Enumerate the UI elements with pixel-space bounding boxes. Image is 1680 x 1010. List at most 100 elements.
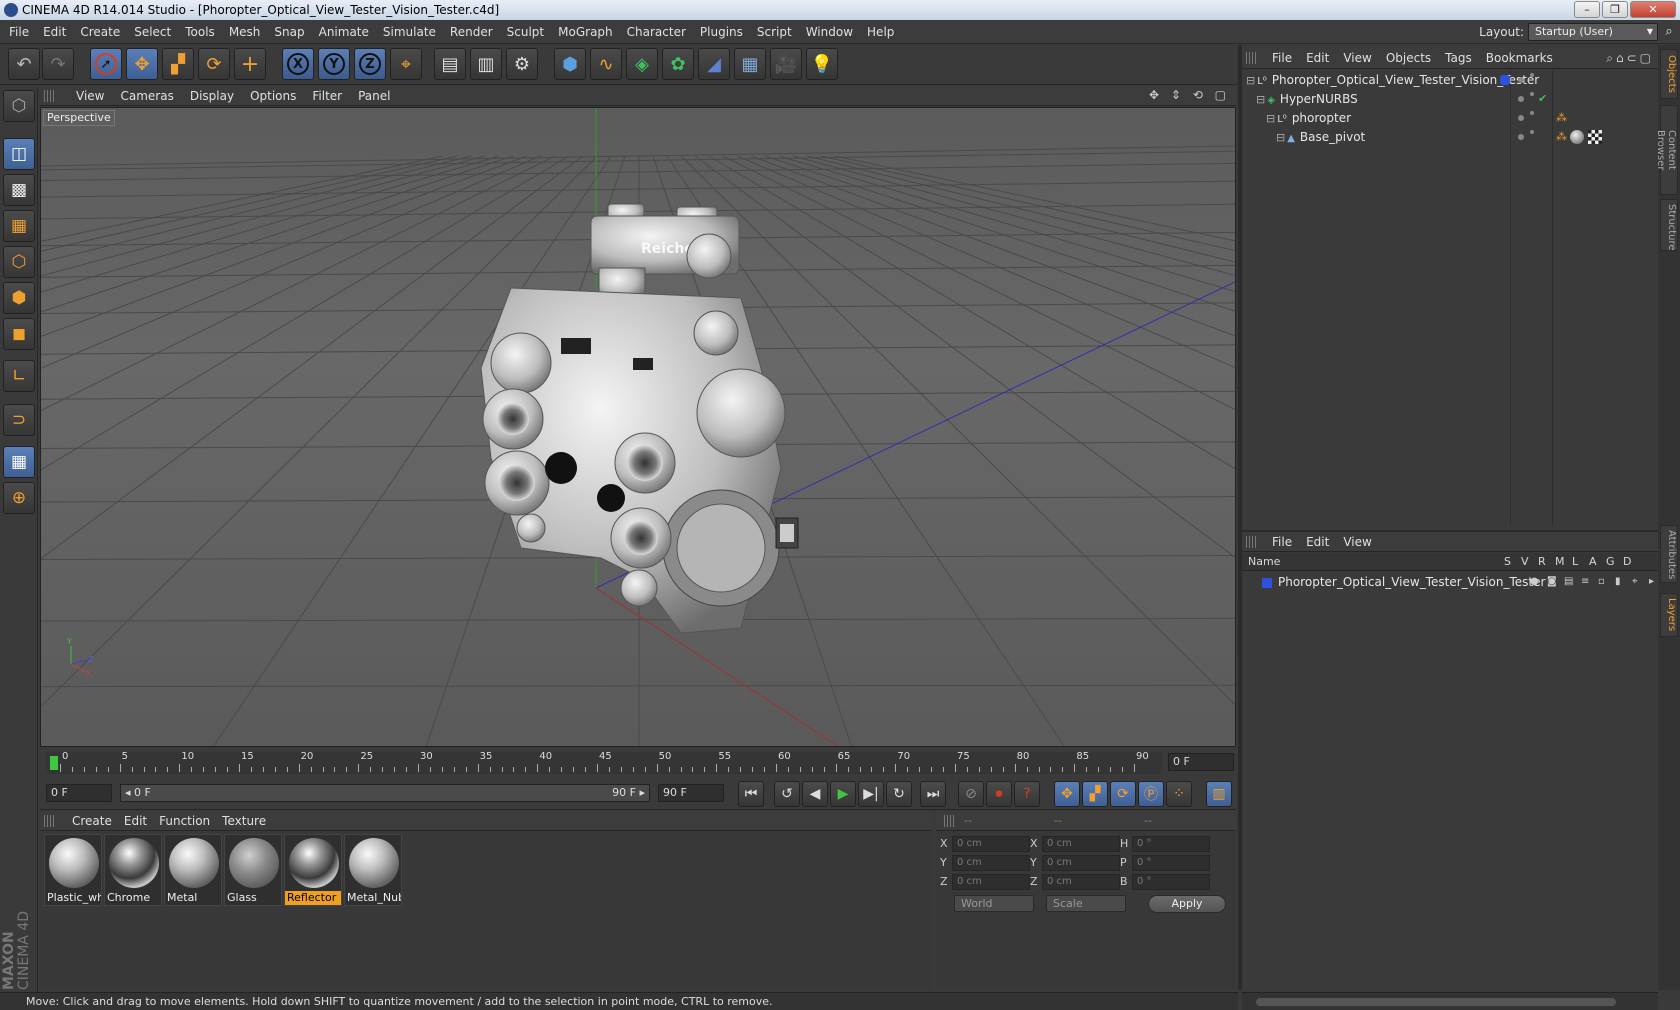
material-menu-create[interactable]: Create — [66, 811, 118, 831]
maximize-button[interactable]: ❐ — [1602, 1, 1628, 18]
deformer-icon[interactable]: ▸ — [1649, 572, 1654, 592]
move-icon[interactable]: ✥ — [126, 48, 158, 80]
timeline-window-icon[interactable]: ▥ — [1206, 781, 1232, 807]
menu-select[interactable]: Select — [127, 20, 178, 44]
material-swatch[interactable]: Glass — [224, 834, 282, 906]
expand-toggle-icon[interactable]: ⊟ — [1266, 112, 1275, 125]
go-to-start-icon[interactable]: ⏮ — [738, 781, 764, 807]
material-tag-icon[interactable] — [1570, 130, 1584, 144]
editor-visibility-dot[interactable] — [1518, 115, 1524, 121]
layer-column-g[interactable]: G — [1606, 553, 1615, 571]
redo-icon[interactable]: ↷ — [42, 48, 74, 80]
render-settings-icon[interactable]: ⚙ — [506, 48, 538, 80]
side-tab-content-browser[interactable]: Content Browser — [1655, 105, 1678, 195]
coord-value-field[interactable]: 0 ° — [1132, 855, 1210, 871]
next-frame-icon[interactable]: ▶| — [858, 781, 884, 807]
apply-button[interactable]: Apply — [1148, 895, 1226, 913]
render-view-icon[interactable]: ▤ — [434, 48, 466, 80]
auto-keying-icon[interactable]: ⏺ — [986, 781, 1012, 807]
array-icon[interactable]: ✿ — [662, 48, 694, 80]
coord-value-field[interactable]: 0 cm — [1042, 855, 1120, 871]
axis-mode-icon[interactable]: ∟ — [3, 360, 35, 392]
frame-range-slider[interactable]: ◂ 0 F 90 F ▸ — [120, 784, 650, 802]
layer-column-s[interactable]: S — [1504, 553, 1511, 571]
coord-value-field[interactable]: 0 ° — [1132, 874, 1210, 890]
play-icon[interactable]: ▶ — [830, 781, 856, 807]
layer-column-name[interactable]: Name — [1248, 553, 1280, 571]
light-icon[interactable]: 💡 — [806, 48, 838, 80]
key-rotation-icon[interactable]: ⟳ — [1110, 781, 1136, 807]
menu-window[interactable]: Window — [799, 20, 860, 44]
view-icon[interactable]: ◙ — [1547, 572, 1557, 592]
side-tab-layers[interactable]: Layers — [1660, 593, 1678, 637]
expand-toggle-icon[interactable]: ⊟ — [1256, 93, 1265, 106]
menu-plugins[interactable]: Plugins — [693, 20, 750, 44]
animation-icon[interactable]: ▮ — [1615, 572, 1621, 592]
start-frame-field[interactable]: 0 F — [46, 784, 112, 802]
material-menu-function[interactable]: Function — [153, 811, 216, 831]
x-axis-icon[interactable]: X — [282, 48, 314, 80]
render-visibility-dot[interactable] — [1530, 130, 1534, 134]
render-icon[interactable]: ▤ — [1564, 572, 1573, 592]
go-to-end-icon[interactable]: ⏭ — [920, 781, 946, 807]
layer-column-r[interactable]: R — [1538, 553, 1546, 571]
playhead-marker[interactable] — [50, 756, 58, 770]
layer-menu-file[interactable]: File — [1265, 532, 1299, 552]
coord-value-field[interactable]: 0 cm — [1042, 874, 1120, 890]
coord-value-field[interactable]: 0 cm — [952, 874, 1030, 890]
viewport-label[interactable]: Perspective — [43, 110, 115, 126]
edges-mode-icon[interactable]: ⬢ — [3, 282, 35, 314]
material-swatch[interactable]: Reflector — [284, 834, 342, 906]
menu-edit[interactable]: Edit — [36, 20, 73, 44]
layer-color-tag[interactable] — [1500, 75, 1510, 85]
layer-column-a[interactable]: A — [1589, 553, 1597, 571]
coordinate-system-dropdown[interactable]: World — [954, 895, 1034, 912]
menu-help[interactable]: Help — [860, 20, 901, 44]
editor-visibility-dot[interactable] — [1518, 96, 1524, 102]
vertex-map-tag-icon[interactable]: ⁂ — [1556, 127, 1567, 147]
vertex-map-tag-icon[interactable]: ⁂ — [1556, 108, 1567, 128]
layer-color-swatch[interactable] — [1262, 577, 1272, 588]
manager-icon[interactable]: ≡ — [1581, 572, 1589, 592]
render-visibility-dot[interactable] — [1530, 92, 1534, 96]
object-row[interactable]: ⊟ ◈ HyperNURBS ✔ — [1242, 89, 1658, 109]
menu-create[interactable]: Create — [73, 20, 127, 44]
rotate-icon[interactable]: ⟳ — [198, 48, 230, 80]
end-frame-field[interactable]: 90 F — [658, 784, 724, 802]
search-icon[interactable]: ⌕ — [1658, 20, 1680, 44]
keyframe-selection-icon[interactable]: ? — [1014, 781, 1040, 807]
side-tab-objects[interactable]: Objects — [1660, 49, 1678, 99]
add-icon[interactable]: + — [234, 48, 266, 80]
key-point-level-icon[interactable]: ⁘ — [1166, 781, 1192, 807]
menu-mesh[interactable]: Mesh — [222, 20, 268, 44]
object-menu-tags[interactable]: Tags — [1438, 47, 1479, 69]
menu-script[interactable]: Script — [750, 20, 799, 44]
cube-icon[interactable]: ⬢ — [554, 48, 586, 80]
previous-key-icon[interactable]: ↺ — [774, 781, 800, 807]
object-menu-file[interactable]: File — [1265, 47, 1299, 69]
minimize-button[interactable]: – — [1574, 1, 1600, 18]
layout-dropdown[interactable]: Startup (User) — [1528, 23, 1658, 41]
material-swatch[interactable]: Plastic_whi — [44, 834, 102, 906]
material-menu-texture[interactable]: Texture — [216, 811, 272, 831]
close-button[interactable]: ✕ — [1630, 1, 1676, 18]
spline-pen-icon[interactable]: ∿ — [590, 48, 622, 80]
coord-value-field[interactable]: 0 cm — [952, 855, 1030, 871]
expand-toggle-icon[interactable]: ⊟ — [1246, 74, 1255, 87]
coord-value-field[interactable]: 0 cm — [952, 836, 1030, 852]
object-row[interactable]: ⊟ L⁰ Phoropter_Optical_View_Tester_Vision_… — [1242, 70, 1658, 90]
generator-icon[interactable]: ⌖ — [1632, 572, 1638, 592]
object-row[interactable]: ⊟ L⁰ phoropter ⁂ — [1242, 108, 1658, 128]
floor-icon[interactable]: ▦ — [734, 48, 766, 80]
expand-toggle-icon[interactable]: ⊟ — [1276, 131, 1285, 144]
enabled-check-icon[interactable]: ✔ — [1538, 89, 1547, 109]
key-parameter-icon[interactable]: Ⓟ — [1138, 781, 1164, 807]
layer-menu-view[interactable]: View — [1336, 532, 1378, 552]
deformer-icon[interactable]: ◢ — [698, 48, 730, 80]
object-menu-view[interactable]: View — [1336, 47, 1378, 69]
scrollbar-thumb[interactable] — [1256, 998, 1616, 1006]
menu-simulate[interactable]: Simulate — [376, 20, 443, 44]
side-tab-attributes[interactable]: Attributes — [1660, 525, 1678, 583]
object-menu-bookmarks[interactable]: Bookmarks — [1479, 47, 1560, 69]
texture-mode-icon[interactable]: ▩ — [3, 174, 35, 206]
